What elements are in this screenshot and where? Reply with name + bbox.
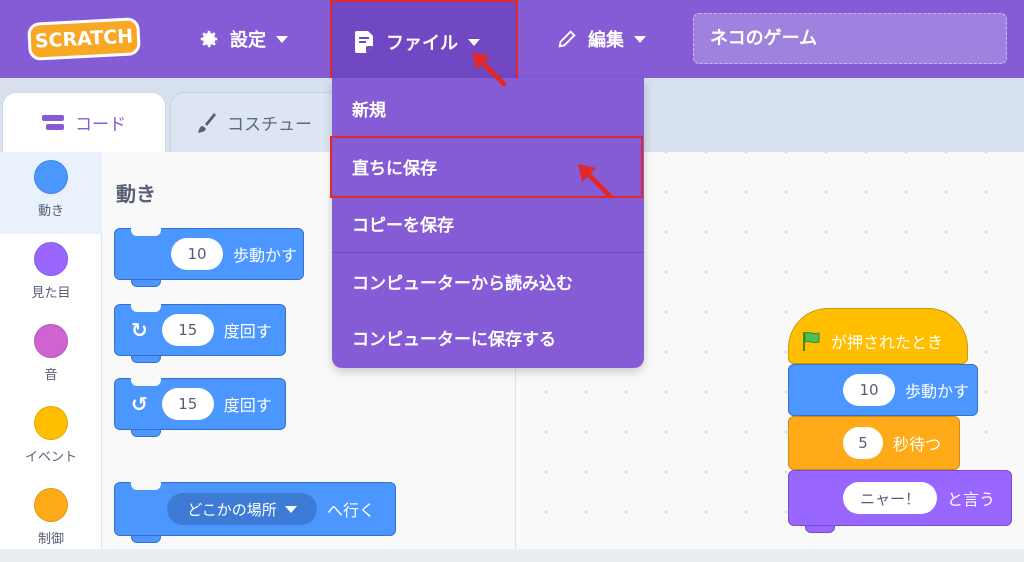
category-events[interactable]: イベント <box>0 398 102 480</box>
chevron-down-icon <box>276 35 288 43</box>
rotate-right-icon: ↻ <box>131 318 148 342</box>
project-title-input[interactable]: ネコのゲーム <box>693 13 1007 64</box>
seconds-input[interactable]: 5 <box>843 427 883 459</box>
steps-input[interactable]: 10 <box>843 374 895 406</box>
looks-dot-icon <box>34 242 68 276</box>
tab-costumes-label: コスチュー <box>227 115 312 135</box>
category-label: 音 <box>44 368 58 383</box>
edit-menu[interactable]: 編集 <box>556 0 646 78</box>
block-text: 秒待つ <box>893 435 942 454</box>
category-label: イベント <box>24 450 77 465</box>
block-notch <box>131 228 161 236</box>
category-sound[interactable]: 音 <box>0 316 102 398</box>
block-text: 度回す <box>223 322 272 341</box>
block-notch <box>131 482 161 490</box>
file-dropdown-menu: 新規 直ちに保存 コピーを保存 コンピューターから読み込む コンピューターに保存… <box>332 78 644 368</box>
menu-item-load-from-computer[interactable]: コンピューターから読み込む <box>332 253 644 310</box>
category-list: 動き 見た目 音 イベント 制御 <box>0 152 102 549</box>
menu-item-save-to-computer[interactable]: コンピューターに保存する <box>332 309 644 366</box>
script-move-block[interactable]: 10 歩動かす <box>788 364 978 423</box>
sound-dot-icon <box>34 324 68 358</box>
category-label: 動き <box>37 204 64 219</box>
chevron-down-icon <box>284 505 297 513</box>
gear-icon <box>200 30 218 48</box>
tab-code-label: コード <box>75 115 126 135</box>
say-text-input[interactable]: ニャー！ <box>843 482 937 514</box>
palette-heading: 動き <box>116 182 156 206</box>
block-nub <box>131 355 161 363</box>
block-text: が押されたとき <box>831 333 944 352</box>
control-dot-icon <box>34 488 68 522</box>
settings-label: 設定 <box>230 30 266 51</box>
block-text: 度回す <box>223 396 272 415</box>
block-notch <box>131 378 161 386</box>
block-nub <box>131 279 161 287</box>
brush-icon <box>198 112 216 133</box>
block-text: 歩動かす <box>905 382 970 401</box>
motion-dot-icon <box>34 160 68 194</box>
category-motion[interactable]: 動き <box>0 152 102 234</box>
when-flag-clicked-block[interactable]: が押されたとき <box>788 308 968 371</box>
category-label: 見た目 <box>31 286 71 301</box>
go-to-target-dropdown[interactable]: どこかの場所 <box>167 493 317 525</box>
turn-left-block[interactable]: ↺ 15 度回す <box>114 378 286 437</box>
block-nub <box>131 429 161 437</box>
pencil-icon <box>558 30 576 48</box>
block-text: へ行く <box>327 501 376 520</box>
settings-menu[interactable]: 設定 <box>198 0 288 78</box>
steps-input[interactable]: 10 <box>171 238 223 270</box>
rotate-left-icon: ↺ <box>131 392 148 416</box>
degrees-input[interactable]: 15 <box>161 388 214 420</box>
turn-right-block[interactable]: ↻ 15 度回す <box>114 304 286 363</box>
script-say-block[interactable]: ニャー！ と言う <box>788 470 1012 533</box>
annotation-arrow-icon <box>472 52 507 87</box>
green-flag-icon <box>803 331 820 351</box>
block-text: と言う <box>947 490 996 509</box>
events-dot-icon <box>34 406 68 440</box>
dropdown-value: どこかの場所 <box>187 500 277 519</box>
category-label: 制御 <box>37 532 64 547</box>
menu-item-save-copy[interactable]: コピーを保存 <box>332 195 644 252</box>
block-nub <box>805 525 835 533</box>
annotation-arrow-icon <box>578 164 613 199</box>
degrees-input[interactable]: 15 <box>161 314 214 346</box>
block-text: 歩動かす <box>233 246 298 265</box>
tab-code[interactable]: コード <box>2 92 166 152</box>
script-wait-block[interactable]: 5 秒待つ <box>788 416 960 477</box>
category-control[interactable]: 制御 <box>0 480 102 562</box>
go-to-block[interactable]: どこかの場所 へ行く <box>114 482 396 543</box>
block-nub <box>131 535 161 543</box>
block-notch <box>131 304 161 312</box>
scratch-logo[interactable]: SCRATCH <box>27 17 141 61</box>
chevron-down-icon <box>634 35 646 43</box>
code-blocks-icon <box>42 114 64 130</box>
edit-label: 編集 <box>588 30 624 51</box>
category-looks[interactable]: 見た目 <box>0 234 102 316</box>
move-steps-block[interactable]: 10 歩動かす <box>114 228 304 287</box>
